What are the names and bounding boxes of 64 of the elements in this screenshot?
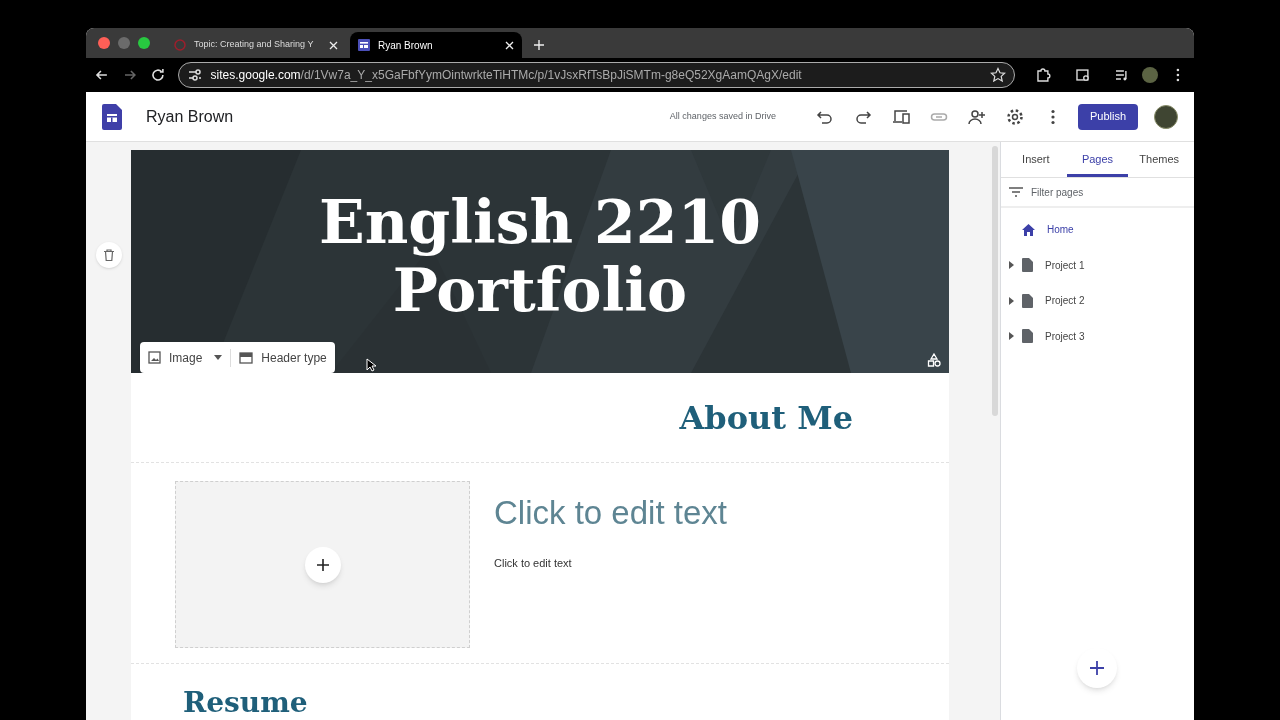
sites-logo-icon[interactable] (102, 103, 122, 130)
close-window-icon[interactable] (98, 37, 110, 49)
header-type-button[interactable]: Header type (231, 342, 335, 373)
browser-tab[interactable]: Topic: Creating and Sharing Y (166, 32, 346, 58)
shapes-icon[interactable] (927, 353, 941, 367)
browser-tab[interactable]: Ryan Brown (350, 32, 522, 58)
section-heading[interactable]: Resume (183, 686, 308, 719)
title-text-box[interactable]: Click to edit text (494, 491, 727, 535)
panel-tab[interactable]: Themes (1128, 142, 1190, 177)
expand-arrow-icon[interactable] (1009, 296, 1014, 305)
panel-tab[interactable]: Pages (1066, 142, 1129, 177)
home-icon (1022, 223, 1035, 236)
site-settings-icon (186, 67, 203, 83)
maximize-window-icon[interactable] (138, 37, 150, 49)
body-text-box[interactable]: Click to edit text (494, 555, 727, 572)
url-text: sites.google.com/d/1Vw7a_Y_x5GaFbfYymOintwrkteTiHTMc/p/1vJsxRfTsBpJiSMTm-g8eQ52XgAamQAgX/edit (210, 67, 803, 84)
page-item[interactable]: Project 2 (1001, 283, 1194, 319)
document-icon (1022, 258, 1033, 273)
header-title[interactable]: English 2210 (318, 188, 762, 256)
account-avatar[interactable] (1154, 104, 1178, 129)
profile-avatar[interactable] (1142, 67, 1159, 83)
expand-arrow-icon[interactable] (1009, 261, 1014, 270)
tab-title: Ryan Brown (378, 38, 434, 53)
add-person-icon[interactable] (967, 107, 986, 126)
expand-arrow-icon[interactable] (1009, 332, 1014, 341)
header-banner[interactable]: English 2210 Portfolio Image Header type (131, 150, 949, 373)
new-tab-icon[interactable] (534, 40, 544, 50)
image-dropdown[interactable]: Image (140, 342, 231, 373)
publish-button[interactable]: Publish (1077, 103, 1138, 130)
page-item[interactable]: Project 1 (1001, 247, 1194, 283)
settings-icon[interactable] (1005, 107, 1024, 126)
reload-icon[interactable] (149, 67, 166, 83)
circle-favicon-icon (174, 39, 186, 51)
document-icon (1022, 293, 1033, 308)
section-heading[interactable]: About Me (679, 393, 853, 442)
document-icon (1022, 329, 1033, 344)
caret-icon (214, 355, 223, 360)
filter-field[interactable]: Filter pages (1031, 184, 1186, 200)
panel-tab[interactable]: Insert (1005, 142, 1067, 177)
plus-icon (316, 558, 329, 571)
filter-icon (1009, 187, 1023, 197)
preview-devices-icon[interactable] (891, 107, 910, 126)
add-image-button[interactable] (304, 546, 341, 583)
tab-title: Topic: Creating and Sharing Y (194, 38, 315, 52)
mouse-cursor-icon (366, 358, 376, 372)
bookmark-star-icon[interactable] (989, 67, 1006, 83)
header-title[interactable]: Portfolio (392, 256, 688, 324)
site-name[interactable]: Ryan Brown (146, 104, 234, 129)
trash-icon[interactable] (102, 249, 115, 261)
address-bar[interactable]: sites.google.com/d/1Vw7a_Y_x5GaFbfYymOintwrkteTiHTMc/p/1vJsxRfTsBpJiSMTm-g8eQ52XgAamQAgX/edit (177, 62, 1015, 88)
search-tab-icon[interactable] (1074, 67, 1091, 83)
sites-favicon-icon (358, 39, 370, 51)
page-item[interactable]: Project 3 (1001, 318, 1194, 354)
close-tab-icon[interactable] (505, 40, 514, 50)
image-icon (148, 351, 161, 364)
extensions-icon[interactable] (1034, 67, 1051, 83)
delete-section-button[interactable] (95, 242, 122, 268)
scrollbar-thumb[interactable] (992, 146, 998, 416)
save-status: All changes saved in Drive (669, 109, 776, 123)
plus-icon (1090, 661, 1104, 675)
close-tab-icon[interactable] (329, 40, 338, 50)
page-item[interactable]: Home (1001, 212, 1194, 248)
add-page-button[interactable] (1077, 648, 1117, 688)
header-layout-icon (239, 351, 254, 364)
